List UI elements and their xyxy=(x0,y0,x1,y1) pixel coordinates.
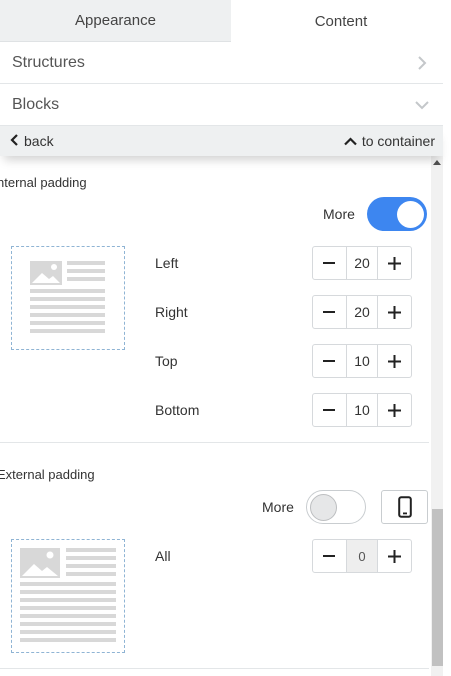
padding-bottom-stepper: 10 xyxy=(312,393,412,427)
padding-bottom-label: Bottom xyxy=(155,402,200,418)
increment-button[interactable] xyxy=(378,345,411,377)
image-placeholder-icon xyxy=(20,548,116,642)
external-more-label: More xyxy=(262,499,294,515)
chevron-right-icon xyxy=(413,54,431,72)
internal-padding-title: nternal padding xyxy=(0,175,87,190)
chevron-down-icon xyxy=(413,96,431,114)
padding-top-label: Top xyxy=(155,353,178,369)
internal-more-label: More xyxy=(323,206,355,222)
back-label: back xyxy=(24,133,54,149)
to-container-link[interactable]: to container xyxy=(344,133,435,149)
image-placeholder-icon xyxy=(30,261,105,333)
navigation-bar: back to container xyxy=(0,126,443,156)
back-link[interactable]: back xyxy=(10,133,54,149)
padding-right-value[interactable]: 20 xyxy=(345,296,379,328)
accordion-structures-label: Structures xyxy=(12,53,85,71)
mobile-device-button[interactable] xyxy=(381,490,428,524)
padding-all-value: 0 xyxy=(345,540,379,572)
padding-top-stepper: 10 xyxy=(312,344,412,378)
increment-button[interactable] xyxy=(378,296,411,328)
padding-right-label: Right xyxy=(155,304,188,320)
padding-bottom-value[interactable]: 10 xyxy=(345,394,379,426)
tab-bar: Appearance Content xyxy=(0,0,451,42)
accordion-structures[interactable]: Structures xyxy=(0,42,443,84)
padding-top-value[interactable]: 10 xyxy=(345,345,379,377)
accordion-blocks[interactable]: Blocks xyxy=(0,84,443,126)
to-container-label: to container xyxy=(361,133,435,149)
decrement-button[interactable] xyxy=(313,247,346,279)
section-divider xyxy=(0,668,429,669)
tab-appearance[interactable]: Appearance xyxy=(0,0,231,42)
chevron-left-icon xyxy=(10,133,19,149)
accordion-blocks-label: Blocks xyxy=(12,95,60,113)
padding-all-label: All xyxy=(155,548,171,564)
decrement-button[interactable] xyxy=(313,394,346,426)
decrement-button[interactable] xyxy=(313,296,346,328)
settings-panel: nternal padding More Left 20 Right 20 To… xyxy=(0,156,443,676)
padding-right-stepper: 20 xyxy=(312,295,412,329)
external-more-toggle[interactable] xyxy=(306,490,366,524)
toggle-knob xyxy=(397,200,424,228)
padding-left-value[interactable]: 20 xyxy=(345,247,379,279)
internal-padding-preview xyxy=(11,246,125,350)
padding-left-label: Left xyxy=(155,255,179,271)
external-padding-title: External padding xyxy=(0,467,95,482)
mobile-device-icon xyxy=(397,496,412,518)
toggle-knob xyxy=(310,494,337,521)
increment-button[interactable] xyxy=(378,394,411,426)
decrement-button[interactable] xyxy=(313,345,346,377)
internal-more-toggle[interactable] xyxy=(367,197,427,231)
decrement-button[interactable] xyxy=(313,540,346,572)
padding-left-stepper: 20 xyxy=(312,246,412,280)
increment-button[interactable] xyxy=(378,540,411,572)
section-divider xyxy=(0,442,429,443)
padding-all-stepper: 0 xyxy=(312,539,412,573)
chevron-up-icon xyxy=(344,133,357,149)
increment-button[interactable] xyxy=(378,247,411,279)
external-padding-preview xyxy=(11,539,125,653)
tab-content[interactable]: Content xyxy=(231,0,451,42)
